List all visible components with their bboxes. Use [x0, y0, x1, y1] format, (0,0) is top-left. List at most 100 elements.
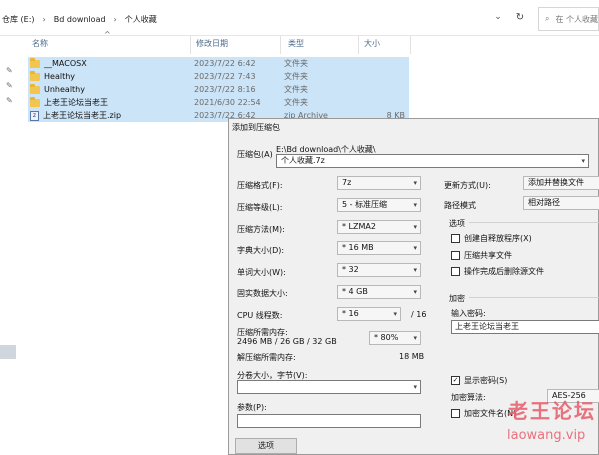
decompress-memory-label: 解压缩所需内存: — [237, 353, 296, 362]
pin-icon: ✎ — [6, 66, 13, 75]
options-button[interactable]: 选项 — [235, 438, 297, 454]
breadcrumb[interactable]: 仓库 (E:) › Bd download › 个人收藏 — [2, 8, 490, 30]
password-input[interactable]: 上老王论坛当老王 — [451, 320, 599, 334]
encryption-group-title: 加密 — [449, 294, 465, 303]
breadcrumb-item-drive[interactable]: 仓库 (E:) — [2, 14, 35, 25]
breadcrumb-item-folder[interactable]: Bd download — [54, 15, 106, 24]
check-icon: ✓ — [451, 376, 460, 385]
parameters-label: 参数(P): — [237, 403, 267, 412]
file-type: 文件夹 — [284, 98, 308, 107]
file-row[interactable]: Healthy 2023/7/22 7:43 文件夹 — [28, 70, 409, 83]
archive-name-value: 个人收藏.7z — [281, 156, 325, 165]
checkbox-box — [451, 409, 460, 418]
watermark-title: 老王论坛 — [508, 399, 596, 423]
folder-icon — [30, 96, 40, 107]
group-divider — [469, 297, 599, 298]
encryption-method-label: 加密算法: — [451, 393, 486, 402]
search-placeholder: 在 个人收藏 中 — [555, 14, 599, 24]
navigation-pane: ✎ ✎ ✎ — [0, 36, 24, 455]
chevron-down-icon: ▾ — [413, 223, 417, 231]
format-label: 压缩格式(F): — [237, 181, 283, 190]
breadcrumb-item-current[interactable]: 个人收藏 — [125, 14, 157, 25]
path-mode-label: 路径模式 — [444, 201, 476, 210]
show-password-checkbox[interactable]: ✓ 显示密码(S) — [451, 375, 507, 386]
group-divider — [469, 222, 599, 223]
search-input[interactable]: ⌕ 在 个人收藏 中 — [538, 7, 599, 31]
sort-ascending-icon: ^ — [104, 30, 111, 39]
split-volume-combo[interactable]: ▾ — [237, 380, 421, 394]
column-header-size[interactable]: 大小 — [364, 38, 380, 52]
update-mode-label: 更新方式(U): — [444, 181, 491, 190]
file-name: 上老王论坛当老王 — [44, 98, 108, 107]
chevron-down-icon: ▾ — [413, 288, 417, 296]
encrypt-names-checkbox[interactable]: 加密文件名(N) — [451, 408, 516, 419]
file-date: 2023/7/22 8:16 — [194, 85, 256, 94]
word-size-select[interactable]: * 32 ▾ — [337, 263, 421, 277]
file-name: Healthy — [44, 72, 76, 81]
file-name: Unhealthy — [44, 85, 85, 94]
archive-name-combo[interactable]: 个人收藏.7z ▾ — [276, 154, 589, 168]
column-divider[interactable] — [190, 36, 191, 54]
delete-after-checkbox[interactable]: 操作完成后删除源文件 — [451, 266, 544, 277]
explorer-address-bar: 仓库 (E:) › Bd download › 个人收藏 ⌄ ↻ ⌕ 在 个人收… — [0, 0, 599, 36]
word-size-value: * 32 — [342, 265, 359, 274]
method-value: * LZMA2 — [342, 222, 376, 231]
file-date: 2023/7/22 7:43 — [194, 72, 256, 81]
parameters-input[interactable] — [237, 414, 421, 428]
column-divider[interactable] — [280, 36, 281, 54]
archive-label: 压缩包(A) — [237, 150, 273, 159]
chevron-down-icon: ▾ — [393, 310, 397, 318]
chevron-down-icon: ▾ — [413, 244, 417, 252]
chevron-down-icon: ▾ — [413, 334, 417, 342]
navigation-selected-item[interactable] — [0, 345, 16, 359]
column-header-name[interactable]: 名称 — [32, 38, 48, 52]
folder-icon — [30, 83, 40, 94]
show-password-label: 显示密码(S) — [464, 376, 508, 385]
file-date: 2021/6/30 22:54 — [194, 98, 261, 107]
column-header-type[interactable]: 类型 — [288, 38, 304, 52]
chevron-down-icon: ▾ — [413, 383, 417, 391]
compress-shared-label: 压缩共享文件 — [464, 251, 512, 260]
dictionary-select[interactable]: * 16 MB ▾ — [337, 241, 421, 255]
level-select[interactable]: 5 - 标准压缩 ▾ — [337, 198, 421, 212]
memory-percent-select[interactable]: * 80% ▾ — [369, 331, 421, 345]
solid-size-select[interactable]: * 4 GB ▾ — [337, 285, 421, 299]
chevron-down-icon[interactable]: ⌄ — [490, 12, 506, 28]
file-row[interactable]: 上老王论坛当老王 2021/6/30 22:54 文件夹 — [28, 96, 409, 109]
checkbox-box — [451, 251, 460, 260]
memory-percent-value: * 80% — [374, 333, 399, 342]
options-group-title: 选项 — [449, 219, 465, 228]
delete-after-label: 操作完成后删除源文件 — [464, 267, 544, 276]
password-label: 输入密码: — [451, 309, 486, 318]
chevron-down-icon: ▾ — [413, 201, 417, 209]
method-label: 压缩方法(M): — [237, 225, 285, 234]
memory-values: 2496 MB / 26 GB / 32 GB — [237, 337, 337, 346]
folder-icon — [30, 70, 40, 81]
cpu-threads-select[interactable]: * 16 ▾ — [337, 307, 401, 321]
solid-size-value: * 4 GB — [342, 287, 368, 296]
dictionary-label: 字典大小(D): — [237, 246, 285, 255]
dialog-title: 添加到压缩包 — [232, 123, 280, 132]
checkbox-box — [451, 234, 460, 243]
file-row[interactable]: __MACOSX 2023/7/22 6:42 文件夹 — [28, 57, 409, 70]
update-mode-value: 添加并替换文件 — [528, 178, 584, 187]
file-date: 2023/7/22 6:42 — [194, 59, 256, 68]
level-label: 压缩等级(L): — [237, 203, 283, 212]
dictionary-value: * 16 MB — [342, 243, 374, 252]
file-type: 文件夹 — [284, 85, 308, 94]
file-row[interactable]: Unhealthy 2023/7/22 8:16 文件夹 — [28, 83, 409, 96]
refresh-icon[interactable]: ↻ — [512, 12, 528, 28]
create-sfx-checkbox[interactable]: 创建自释放程序(X) — [451, 233, 532, 244]
method-select[interactable]: * LZMA2 ▾ — [337, 220, 421, 234]
word-size-label: 单词大小(W): — [237, 268, 286, 277]
chevron-down-icon: ▾ — [413, 266, 417, 274]
path-mode-select[interactable]: 相对路径 — [523, 196, 599, 210]
path-mode-value: 相对路径 — [528, 198, 560, 207]
update-mode-select[interactable]: 添加并替换文件 — [523, 176, 599, 190]
chevron-down-icon: ▾ — [581, 157, 585, 165]
column-header-date[interactable]: 修改日期 — [196, 38, 228, 52]
column-divider[interactable] — [358, 36, 359, 54]
column-divider[interactable] — [410, 36, 411, 54]
compress-shared-checkbox[interactable]: 压缩共享文件 — [451, 250, 512, 261]
format-select[interactable]: 7z ▾ — [337, 176, 421, 190]
